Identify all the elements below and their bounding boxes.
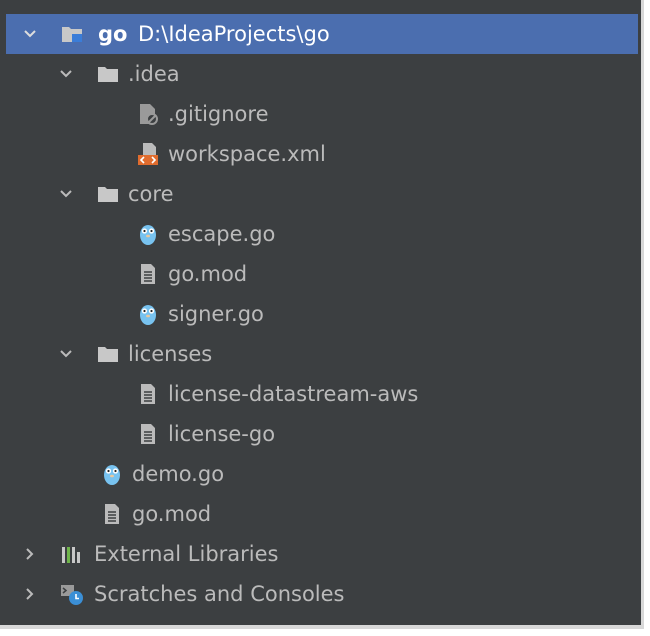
- tree-item-label: demo.go: [132, 462, 225, 486]
- go-file-icon: [100, 462, 124, 486]
- chevron-down-icon[interactable]: [56, 174, 76, 214]
- project-name: go: [98, 22, 128, 46]
- tree-item-label: license-go: [168, 422, 276, 446]
- xml-file-icon: [136, 142, 160, 166]
- tree-item-label: escape.go: [168, 222, 276, 246]
- tree-row-demo-go[interactable]: demo.go: [6, 454, 638, 494]
- tree-row-workspace-xml[interactable]: workspace.xml: [6, 134, 638, 174]
- folder-icon: [96, 342, 120, 366]
- project-folder-icon: [60, 22, 84, 46]
- tree-row-signer-go[interactable]: signer.go: [6, 294, 638, 334]
- ignore-file-icon: [136, 102, 160, 126]
- chevron-right-icon[interactable]: [20, 574, 40, 614]
- tree-item-label: go.mod: [168, 262, 248, 286]
- text-file-icon: [100, 502, 124, 526]
- libraries-icon: [60, 542, 84, 566]
- go-file-icon: [136, 302, 160, 326]
- tree-row-core[interactable]: core: [6, 174, 638, 214]
- chevron-down-icon[interactable]: [56, 334, 76, 374]
- tree-row-escape-go[interactable]: escape.go: [6, 214, 638, 254]
- tree-row-project-root[interactable]: go D:\IdeaProjects\go: [6, 14, 638, 54]
- chevron-down-icon[interactable]: [56, 54, 76, 94]
- tree-item-label: license-datastream-aws: [168, 382, 419, 406]
- folder-icon: [96, 62, 120, 86]
- chevron-down-icon[interactable]: [20, 14, 40, 54]
- tree-item-label: core: [128, 182, 174, 206]
- text-file-icon: [136, 382, 160, 406]
- tree-row-external-libraries[interactable]: External Libraries: [6, 534, 638, 574]
- tree-row-root-go-mod[interactable]: go.mod: [6, 494, 638, 534]
- text-file-icon: [136, 422, 160, 446]
- tree-item-label: .idea: [128, 62, 180, 86]
- tree-row-scratches[interactable]: Scratches and Consoles: [6, 574, 638, 614]
- text-file-icon: [136, 262, 160, 286]
- scratches-icon: [60, 582, 84, 606]
- tree-row-license-go[interactable]: license-go: [6, 414, 638, 454]
- tree-item-label: .gitignore: [168, 102, 269, 126]
- tree-item-label: Scratches and Consoles: [94, 582, 345, 606]
- tree-item-label: External Libraries: [94, 542, 279, 566]
- chevron-right-icon[interactable]: [20, 534, 40, 574]
- tree-item-label: go.mod: [132, 502, 212, 526]
- tree-item-label: workspace.xml: [168, 142, 326, 166]
- project-tree: go D:\IdeaProjects\go .idea .gitignore w…: [6, 14, 638, 614]
- tree-item-label: licenses: [128, 342, 213, 366]
- tree-row-idea[interactable]: .idea: [6, 54, 638, 94]
- go-file-icon: [136, 222, 160, 246]
- project-path: D:\IdeaProjects\go: [138, 22, 330, 46]
- tree-row-licenses[interactable]: licenses: [6, 334, 638, 374]
- tree-row-gitignore[interactable]: .gitignore: [6, 94, 638, 134]
- project-tool-window: go D:\IdeaProjects\go .idea .gitignore w…: [0, 0, 644, 629]
- tree-row-license-datastream-aws[interactable]: license-datastream-aws: [6, 374, 638, 414]
- folder-icon: [96, 182, 120, 206]
- tree-item-label: signer.go: [168, 302, 264, 326]
- tree-row-core-go-mod[interactable]: go.mod: [6, 254, 638, 294]
